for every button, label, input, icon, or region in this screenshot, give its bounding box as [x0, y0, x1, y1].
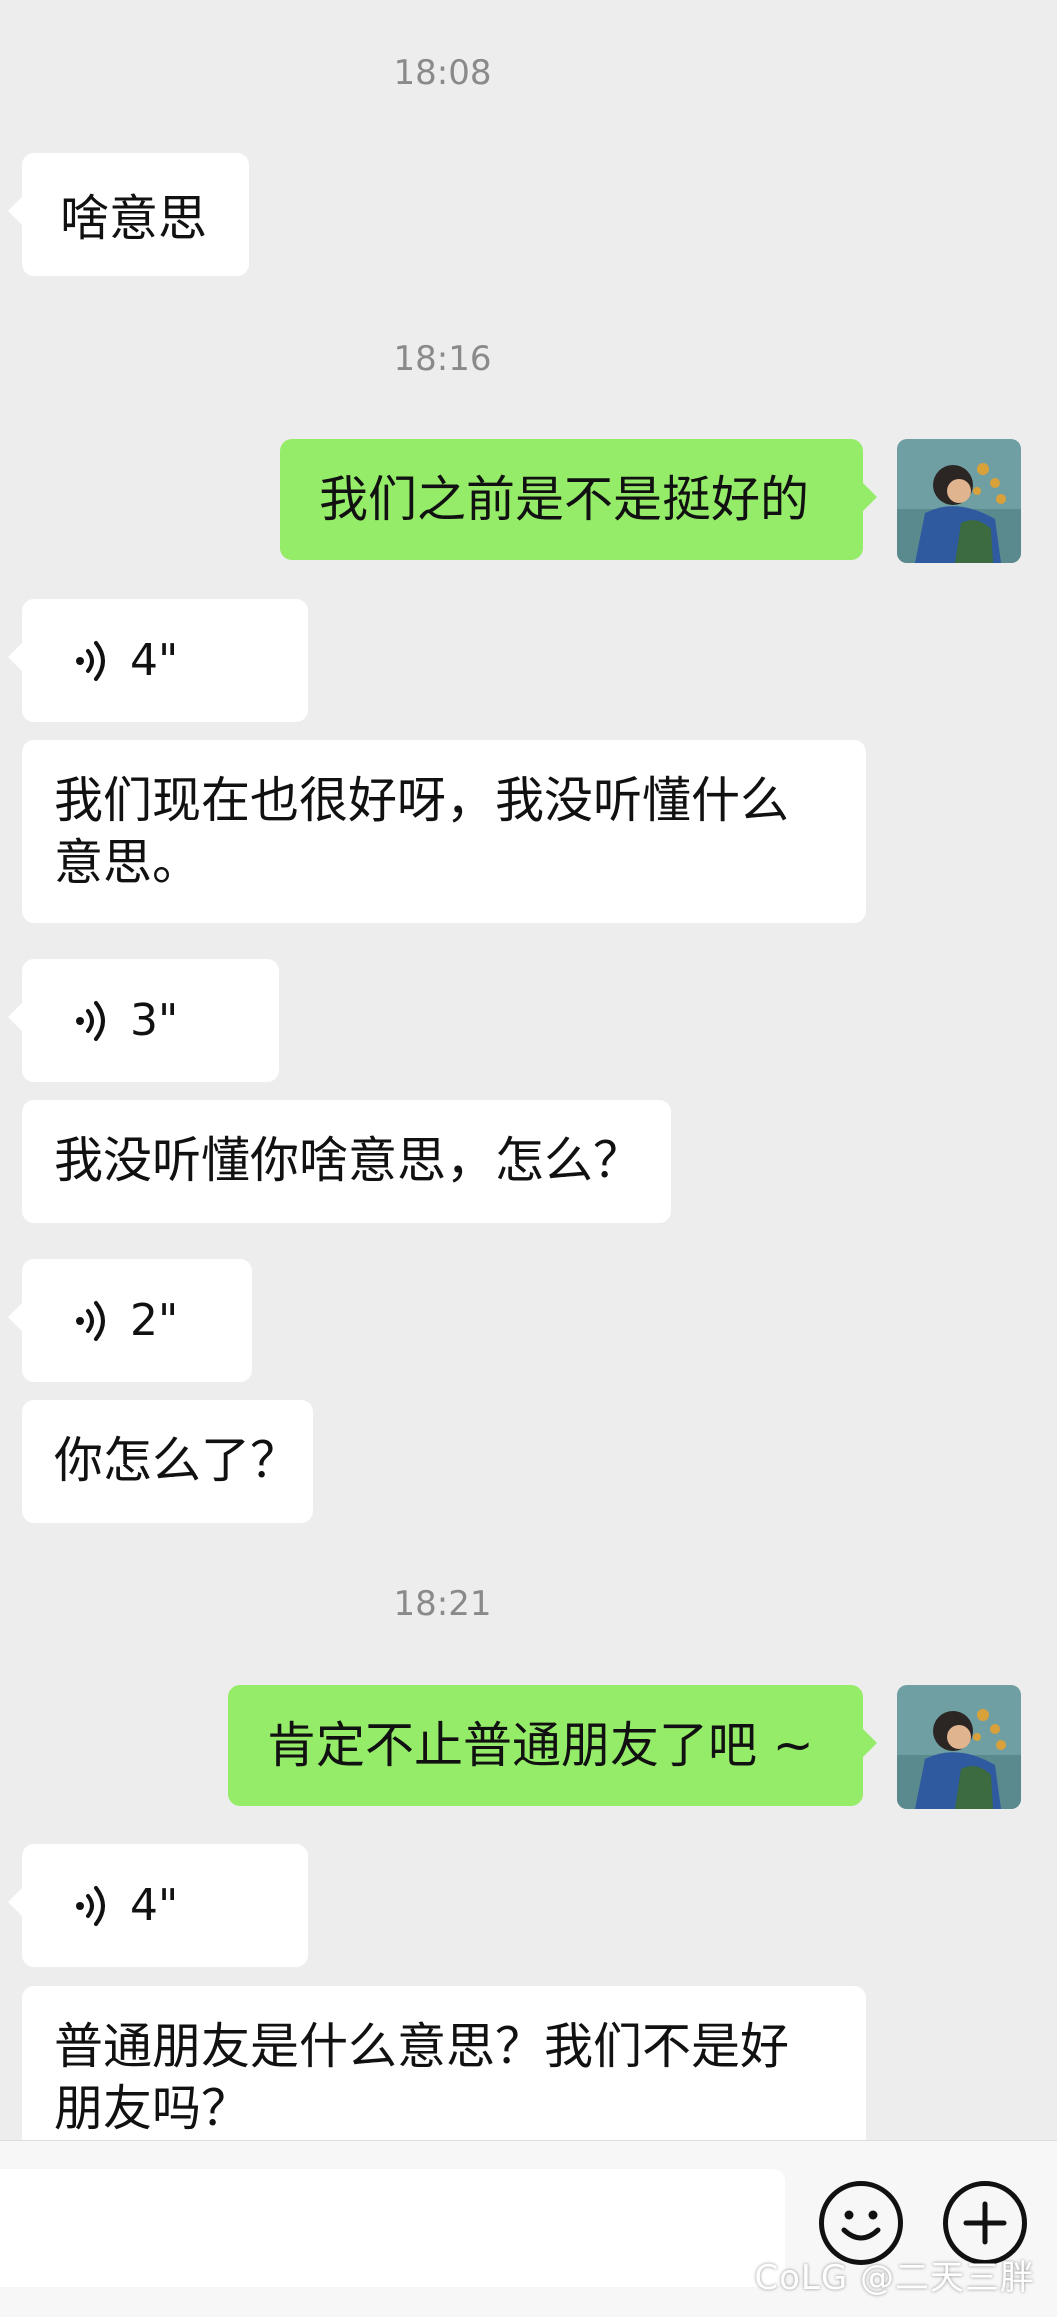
- watermark: CoLG @二天三胖: [754, 2258, 1035, 2298]
- message-text-line: 我们现在也很好呀，我没听懂什么: [54, 772, 790, 829]
- message-text: 我没听懂你啥意思，怎么？: [54, 1132, 643, 1189]
- input-bar: CoLG @二天三胖: [0, 2140, 1057, 2317]
- message-text: 你怎么了？: [54, 1432, 300, 1489]
- voice-duration: 4": [130, 634, 179, 686]
- voice-message[interactable]: 2": [8, 1259, 252, 1382]
- chat-area[interactable]: 18:08 啥意思 18:16 我们之前是不是挺好的 4" 我们现在也很好呀，我…: [0, 0, 1057, 2140]
- timestamp: 18:08: [393, 53, 492, 93]
- voice-duration: 3": [130, 994, 179, 1046]
- timestamp: 18:21: [393, 1584, 492, 1624]
- message-bubble-incoming[interactable]: 我没听懂你啥意思，怎么？: [22, 1100, 671, 1223]
- message-bubble-outgoing[interactable]: 我们之前是不是挺好的: [280, 439, 877, 560]
- voice-wave-icon: [76, 1300, 105, 1341]
- user-avatar[interactable]: [897, 439, 1021, 563]
- voice-wave-icon: [76, 1885, 105, 1926]
- message-text: 肯定不止普通朋友了吧 ~: [267, 1717, 814, 1774]
- message-text-line: 意思。: [54, 834, 202, 891]
- message-bubble-incoming[interactable]: 我们现在也很好呀，我没听懂什么 意思。: [22, 740, 866, 923]
- message-input[interactable]: [0, 2169, 785, 2287]
- voice-duration: 2": [130, 1294, 179, 1346]
- user-avatar[interactable]: [897, 1685, 1021, 1809]
- voice-wave-icon: [76, 1000, 105, 1041]
- message-bubble-incoming[interactable]: 普通朋友是什么意思？我们不是好 朋友吗？: [22, 1986, 866, 2140]
- message-bubble-incoming[interactable]: 啥意思: [8, 153, 249, 276]
- voice-message[interactable]: 4": [8, 1844, 308, 1967]
- message-text-line: 普通朋友是什么意思？我们不是好: [54, 2018, 790, 2075]
- message-bubble-incoming[interactable]: 你怎么了？: [22, 1400, 313, 1523]
- voice-message[interactable]: 4": [8, 599, 308, 722]
- message-bubble-outgoing[interactable]: 肯定不止普通朋友了吧 ~: [228, 1685, 877, 1806]
- message-text-line: 朋友吗？: [54, 2080, 251, 2137]
- message-text: 啥意思: [60, 190, 208, 247]
- voice-wave-icon: [76, 640, 105, 681]
- message-text: 我们之前是不是挺好的: [319, 471, 810, 528]
- voice-message[interactable]: 3": [8, 959, 279, 1082]
- timestamp: 18:16: [393, 339, 492, 379]
- voice-duration: 4": [130, 1879, 179, 1931]
